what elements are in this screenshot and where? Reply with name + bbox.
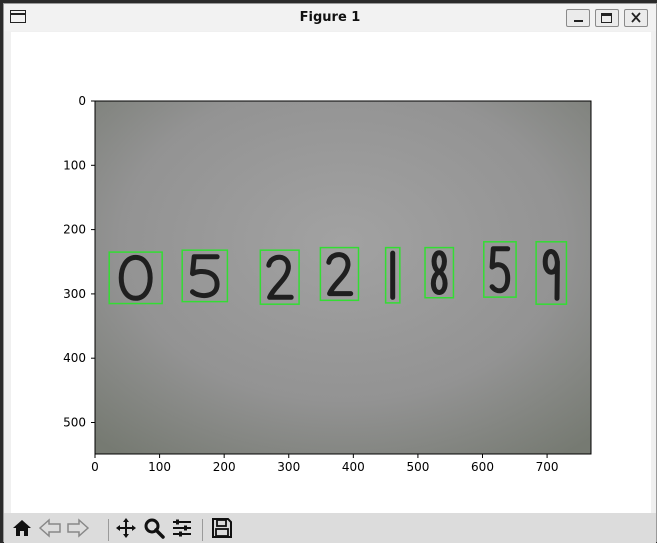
window-title: Figure 1 (299, 10, 361, 25)
close-button[interactable] (624, 9, 648, 27)
close-icon (631, 12, 641, 23)
x-tick-label: 400 (342, 460, 365, 474)
plot-area: 0 100 200 300 400 500 600 700 0 100 200 300 400 500 (63, 94, 592, 474)
title-bar[interactable]: Figure 1 (4, 4, 656, 31)
subplots-button[interactable] (168, 513, 196, 543)
zoom-button[interactable] (140, 513, 168, 543)
pan-icon (116, 518, 136, 538)
y-tick-label: 100 (63, 158, 86, 172)
pan-button[interactable] (112, 513, 140, 543)
figure-canvas[interactable]: 0 100 200 300 400 500 600 700 0 100 200 300 400 500 (11, 32, 651, 513)
toolbar-separator (108, 519, 109, 541)
x-tick-label: 0 (91, 460, 99, 474)
x-tick-label: 600 (471, 460, 494, 474)
x-tick-label: 300 (277, 460, 300, 474)
home-icon (13, 520, 31, 536)
back-icon (38, 518, 61, 538)
x-tick-label: 200 (213, 460, 236, 474)
y-tick-label: 200 (63, 223, 86, 237)
minimize-button[interactable] (566, 9, 590, 27)
figure-window: Figure 1 0 100 200 300 400 500 600 700 0… (3, 3, 657, 543)
x-tick-label: 500 (406, 460, 429, 474)
save-icon (212, 518, 232, 538)
x-tick-label: 100 (148, 460, 171, 474)
subplots-icon (173, 519, 191, 537)
maximize-button[interactable] (595, 9, 619, 27)
y-tick-label: 400 (63, 351, 86, 365)
y-axis: 0 100 200 300 400 500 (63, 94, 95, 429)
forward-icon (67, 518, 90, 538)
forward-button[interactable] (64, 513, 92, 543)
save-button[interactable] (208, 513, 236, 543)
navigation-toolbar (4, 513, 656, 543)
y-tick-label: 300 (63, 287, 86, 301)
zoom-icon (144, 518, 165, 539)
x-axis: 0 100 200 300 400 500 600 700 (91, 454, 559, 474)
y-tick-label: 500 (63, 415, 86, 429)
back-button[interactable] (36, 513, 64, 543)
toolbar-separator (202, 519, 203, 541)
home-button[interactable] (8, 513, 36, 543)
y-tick-label: 0 (78, 94, 86, 108)
x-tick-label: 700 (536, 460, 559, 474)
